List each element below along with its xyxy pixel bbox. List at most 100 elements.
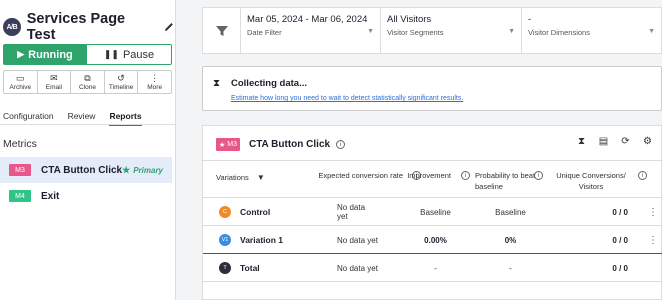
collecting-title: Collecting data...	[231, 78, 308, 89]
report-card-header: ★ M3 CTA Button Click i	[216, 138, 346, 151]
pause-icon: ❚❚	[103, 49, 119, 59]
settings-gear-icon[interactable]: ⚙	[642, 136, 653, 147]
star-icon: ★	[122, 164, 131, 175]
segments-value: All Visitors	[387, 14, 432, 25]
variation-dot: C	[219, 206, 231, 218]
edit-pencil-icon[interactable]	[163, 21, 175, 33]
running-label: Running	[28, 48, 73, 61]
hourglass-icon: ⧗	[213, 78, 221, 89]
funnel-icon	[215, 25, 228, 36]
date-filter[interactable]: Mar 05, 2024 - Mar 06, 2024 Date Filter …	[241, 8, 381, 53]
clone-icon: ⧉	[84, 72, 91, 83]
visitor-segments-filter[interactable]: All Visitors Visitor Segments ▼	[381, 8, 522, 53]
unique-cell: 0 / 0	[612, 207, 628, 217]
variation-dot: T	[219, 262, 231, 274]
date-filter-label: Date Filter	[247, 28, 282, 37]
report-title: CTA Button Click	[248, 139, 331, 150]
metric-report-card: ★ M3 CTA Button Click i ⧗ ▤ ⟳ ⚙ Variatio…	[202, 125, 662, 300]
metric-item-exit[interactable]: M4 Exit	[0, 183, 172, 209]
variation-name: Variation 1	[240, 235, 283, 245]
col-probability-label: Probability to beat baseline	[475, 171, 536, 191]
dimensions-value: -	[528, 14, 532, 25]
archive-label: Archive	[9, 83, 32, 91]
row-menu-icon[interactable]: ⋮	[648, 199, 658, 225]
header-divider	[203, 160, 662, 161]
tabs-divider	[0, 124, 176, 125]
dimensions-label: Visitor Dimensions	[528, 28, 590, 37]
info-icon[interactable]: i	[638, 171, 647, 180]
col-expected-label: Expected conversion rate	[318, 171, 403, 180]
chevron-down-icon: ▼	[648, 28, 655, 35]
status-toggle: ▶ Running ❚❚ Pause	[3, 44, 172, 65]
clone-label: Clone	[78, 83, 96, 91]
improvement-cell: 0.00%	[424, 235, 447, 245]
pause-button[interactable]: ❚❚ Pause	[87, 44, 172, 65]
primary-label: Primary	[133, 165, 163, 175]
more-button[interactable]: ⋮ More	[138, 71, 171, 93]
filter-bar: Mar 05, 2024 - Mar 06, 2024 Date Filter …	[202, 7, 662, 54]
metric-name: CTA Button Click	[41, 164, 123, 176]
table-row-total: T Total No data yet - - 0 / 0	[203, 255, 662, 281]
clone-button[interactable]: ⧉ Clone	[71, 71, 105, 93]
row-menu-icon[interactable]: ⋮	[648, 227, 658, 253]
col-variations[interactable]: Variations ▼	[216, 172, 265, 183]
refresh-icon[interactable]: ⟳	[620, 136, 631, 147]
info-icon[interactable]: i	[461, 171, 470, 180]
filter-icon[interactable]: ▼	[257, 173, 265, 182]
col-expected-conversion-rate: Expected conversion rate	[317, 170, 403, 181]
info-icon[interactable]: i	[336, 140, 346, 149]
metric-item-cta-button-click[interactable]: M3 CTA Button Click ★ Primary	[0, 157, 172, 183]
col-improvement: Improvement	[403, 170, 451, 181]
timeline-icon: ↺	[117, 72, 125, 83]
col-probability: Probability to beat baseline	[475, 170, 541, 192]
variation-name: Total	[240, 263, 260, 273]
date-filter-value: Mar 05, 2024 - Mar 06, 2024	[247, 14, 368, 25]
variation-dot: V1	[219, 234, 231, 246]
metric-badge: M4	[9, 190, 31, 202]
email-icon: ✉	[50, 72, 58, 83]
visitor-dimensions-filter[interactable]: - Visitor Dimensions ▼	[522, 8, 661, 53]
info-icon[interactable]: i	[534, 171, 543, 180]
improvement-cell: -	[434, 263, 437, 273]
test-sidebar: A/B Services Page Test ▶ Running ❚❚ Paus…	[0, 0, 176, 300]
primary-tag: ★ Primary	[122, 165, 163, 176]
unique-cell: 0 / 0	[612, 263, 628, 273]
report-area: Mar 05, 2024 - Mar 06, 2024 Date Filter …	[176, 0, 662, 300]
metrics-heading: Metrics	[3, 138, 37, 150]
timeline-label: Timeline	[108, 83, 134, 91]
archive-icon: ▭	[16, 72, 25, 83]
col-improvement-label: Improvement	[407, 171, 451, 180]
pause-label: Pause	[122, 48, 155, 61]
email-button[interactable]: ✉ Email	[38, 71, 72, 93]
avatar-text: A/B	[6, 23, 18, 31]
hourglass-icon[interactable]: ⧗	[576, 136, 587, 147]
col-variations-label: Variations	[216, 173, 249, 182]
table-row[interactable]: V1 Variation 1 No data yet 0.00% 0% 0 / …	[203, 227, 662, 253]
email-label: Email	[45, 83, 63, 91]
col-unique-label: Unique Conversions/ Visitors	[556, 171, 626, 191]
row-divider	[203, 225, 662, 226]
expected-cell: No data yet	[337, 263, 378, 273]
archive-button[interactable]: ▭ Archive	[4, 71, 38, 93]
metric-name: Exit	[41, 190, 60, 202]
report-badge-text: M3	[227, 141, 237, 148]
row-divider	[203, 281, 662, 282]
ab-test-avatar: A/B	[3, 18, 21, 36]
report-metric-badge: ★ M3	[216, 138, 240, 151]
timeline-button[interactable]: ↺ Timeline	[105, 71, 139, 93]
filter-icon[interactable]	[203, 8, 241, 53]
col-unique-conversions: Unique Conversions/ Visitors	[551, 170, 631, 192]
segments-label: Visitor Segments	[387, 28, 444, 37]
total-divider	[203, 253, 662, 254]
chevron-down-icon: ▼	[367, 28, 374, 35]
collecting-data-notice: ⧗ Collecting data... Estimate how long y…	[202, 66, 662, 111]
chevron-down-icon: ▼	[508, 28, 515, 35]
table-row[interactable]: C Control No data yet Baseline Baseline …	[203, 199, 662, 225]
report-actions: ⧗ ▤ ⟳ ⚙	[565, 136, 653, 147]
estimate-wait-link[interactable]: Estimate how long you need to wait to de…	[231, 95, 463, 102]
table-header-divider	[203, 197, 662, 198]
save-icon[interactable]: ▤	[598, 136, 609, 147]
test-title: Services Page Test	[26, 11, 126, 43]
unique-cell: 0 / 0	[612, 235, 628, 245]
running-button[interactable]: ▶ Running	[3, 44, 87, 65]
